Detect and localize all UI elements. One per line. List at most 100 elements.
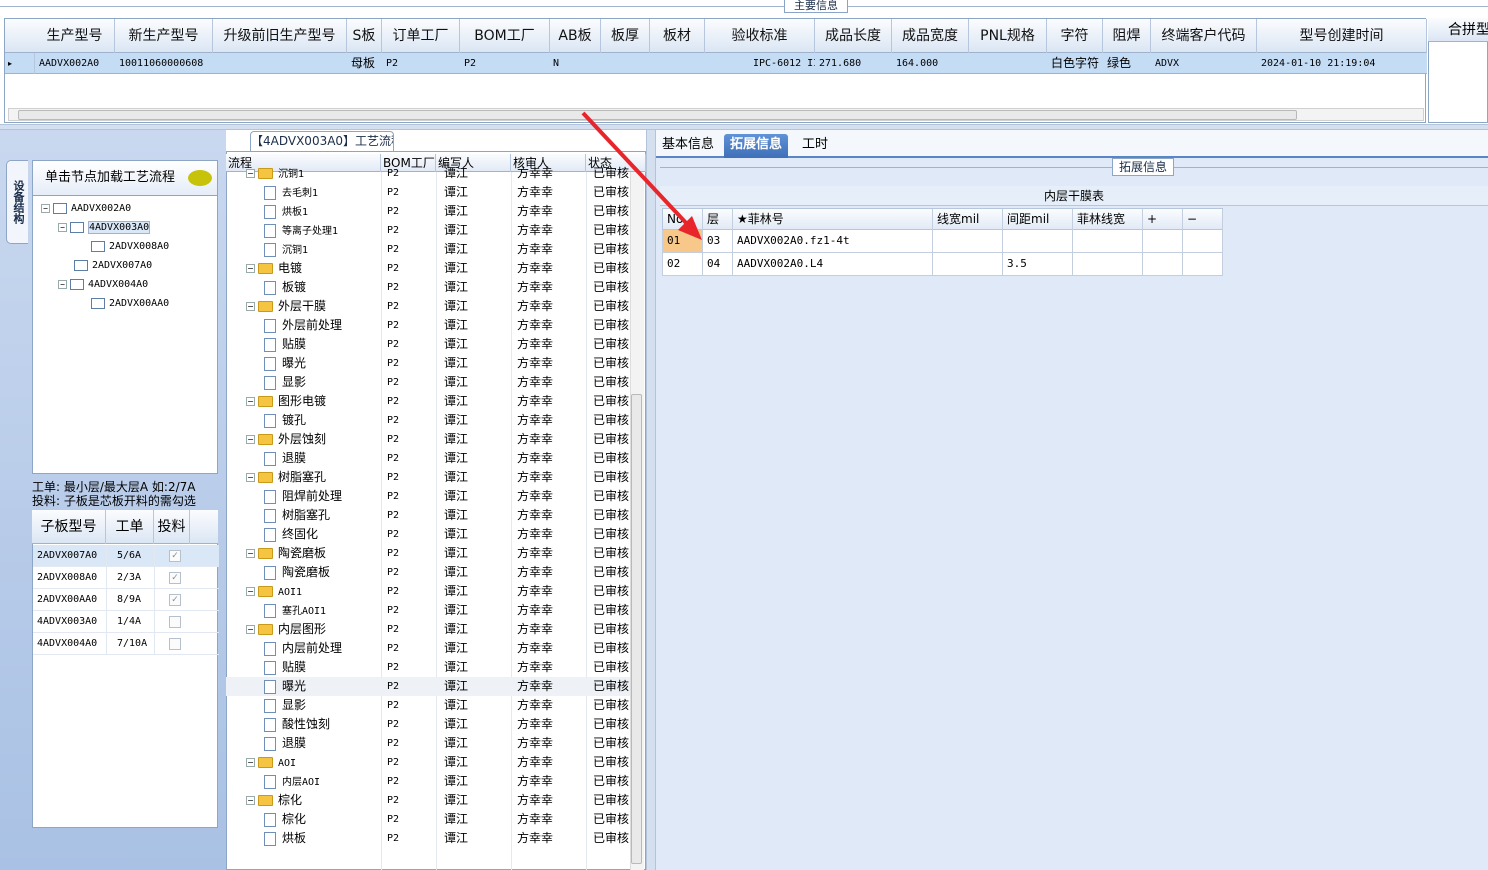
collapse-toggle-icon[interactable]: −	[246, 435, 255, 444]
collapse-toggle-icon[interactable]: −	[246, 169, 255, 178]
table-cell[interactable]	[1183, 253, 1224, 275]
column-header[interactable]: 订单工厂	[382, 19, 460, 53]
table-cell[interactable]: AADVX002A0.fz1-4t	[733, 230, 933, 252]
process-row[interactable]: 阻焊前处理 P2 谭江 方幸幸 已审核	[226, 487, 630, 506]
process-row[interactable]: 等离子处理1 P2 谭江 方幸幸 已审核	[226, 221, 630, 240]
table-cell[interactable]	[933, 253, 1003, 275]
collapse-toggle-icon[interactable]: −	[246, 796, 255, 805]
process-row[interactable]: 陶瓷磨板 P2 谭江 方幸幸 已审核	[226, 563, 630, 582]
table-cell[interactable]	[933, 230, 1003, 252]
process-row[interactable]: 镀孔 P2 谭江 方幸幸 已审核	[226, 411, 630, 430]
process-row[interactable]: 内层AOI P2 谭江 方幸幸 已审核	[226, 772, 630, 791]
column-header[interactable]: 阻焊	[1103, 19, 1151, 53]
collapse-toggle-icon[interactable]: −	[246, 625, 255, 634]
process-row[interactable]: 沉铜1 P2 谭江 方幸幸 已审核	[226, 240, 630, 259]
column-header[interactable]: PNL规格	[969, 19, 1047, 53]
column-header[interactable]: −	[1183, 209, 1223, 230]
tree-node[interactable]: 2ADVX00AA0	[75, 295, 169, 313]
scrollbar-thumb[interactable]	[18, 110, 1297, 120]
column-header[interactable]: 成品长度	[815, 19, 892, 53]
table-cell[interactable]	[1143, 230, 1183, 252]
process-row[interactable]: − 电镀 P2 谭江 方幸幸 已审核	[226, 259, 630, 278]
process-row[interactable]: 退膜 P2 谭江 方幸幸 已审核	[226, 449, 630, 468]
tab-0[interactable]: 基本信息	[656, 134, 720, 158]
column-header[interactable]: No	[663, 209, 703, 230]
process-row[interactable]: − AOI P2 谭江 方幸幸 已审核	[226, 753, 630, 772]
table-cell[interactable]	[1003, 230, 1073, 252]
table-row[interactable]: 01 03 AADVX002A0.fz1-4t	[662, 230, 1223, 253]
collapse-toggle-icon[interactable]: −	[246, 264, 255, 273]
column-header[interactable]: S板	[347, 19, 382, 53]
table-cell[interactable]: 01	[663, 230, 703, 252]
table-row[interactable]: 4ADVX004A0 7/10A	[33, 633, 219, 655]
column-header[interactable]: 验收标准	[705, 19, 815, 53]
collapse-toggle-icon[interactable]: −	[41, 203, 50, 213]
column-header[interactable]: 字符	[1047, 19, 1103, 53]
collapse-toggle-icon[interactable]: −	[246, 587, 255, 596]
process-row[interactable]: − 棕化 P2 谭江 方幸幸 已审核	[226, 791, 630, 810]
process-row[interactable]: − 外层蚀刻 P2 谭江 方幸幸 已审核	[226, 430, 630, 449]
column-header[interactable]: 新生产型号	[115, 19, 213, 53]
column-header[interactable]: ★菲林号	[733, 209, 933, 230]
process-row[interactable]: − 陶瓷磨板 P2 谭江 方幸幸 已审核	[226, 544, 630, 563]
process-row[interactable]: 板镀 P2 谭江 方幸幸 已审核	[226, 278, 630, 297]
table-row[interactable]: 4ADVX003A0 1/4A	[33, 611, 219, 633]
column-header[interactable]: 终端客户代码	[1151, 19, 1257, 53]
column-header[interactable]: 间距mil	[1003, 209, 1073, 230]
process-row[interactable]: 曝光 P2 谭江 方幸幸 已审核	[226, 677, 630, 696]
feed-checkbox[interactable]: ✓	[169, 572, 181, 584]
tree-node[interactable]: 2ADVX007A0	[58, 257, 152, 275]
table-cell[interactable]: 03	[703, 230, 733, 252]
collapse-toggle-icon[interactable]: −	[58, 222, 67, 232]
collapse-toggle-icon[interactable]: −	[246, 302, 255, 311]
table-cell[interactable]: 04	[703, 253, 733, 275]
process-row[interactable]: 显影 P2 谭江 方幸幸 已审核	[226, 373, 630, 392]
table-cell[interactable]: 02	[663, 253, 703, 275]
feed-checkbox[interactable]	[169, 638, 181, 650]
column-header[interactable]: 板材	[650, 19, 705, 53]
tab-structure[interactable]: 设备结构	[6, 160, 28, 244]
table-row[interactable]: ▸ AADVX002A0 10011060000608 母板 P2 P2 N IPC-6012…	[5, 53, 1427, 74]
collapse-toggle-icon[interactable]: −	[246, 473, 255, 482]
table-row[interactable]: 2ADVX008A0 2/3A ✓	[33, 567, 219, 589]
column-header[interactable]: 升级前旧生产型号	[213, 19, 347, 53]
column-header[interactable]: +	[1143, 209, 1183, 230]
process-row[interactable]: 去毛刺1 P2 谭江 方幸幸 已审核	[226, 183, 630, 202]
column-header[interactable]: 工单	[106, 510, 154, 544]
column-header[interactable]: 层	[703, 209, 733, 230]
column-header[interactable]: 投料	[154, 510, 190, 544]
tree-node[interactable]: 2ADVX008A0	[75, 238, 169, 256]
tab-2[interactable]: 工时	[796, 134, 834, 158]
column-header[interactable]: 线宽mil	[933, 209, 1003, 230]
collapse-toggle-icon[interactable]: −	[246, 549, 255, 558]
process-row[interactable]: 烘板 P2 谭江 方幸幸 已审核	[226, 829, 630, 848]
tree-node[interactable]: − 4ADVX004A0	[58, 276, 148, 294]
table-cell[interactable]	[1073, 253, 1143, 275]
process-row[interactable]: − 沉铜1 P2 谭江 方幸幸 已审核	[226, 164, 630, 183]
column-header[interactable]: BOM工厂	[460, 19, 550, 53]
process-row[interactable]: 塞孔AOI1 P2 谭江 方幸幸 已审核	[226, 601, 630, 620]
table-row[interactable]: 2ADVX00AA0 8/9A ✓	[33, 589, 219, 611]
collapse-toggle-icon[interactable]: −	[246, 397, 255, 406]
tree-node[interactable]: − 4ADVX003A0	[58, 219, 151, 237]
feed-checkbox[interactable]	[169, 616, 181, 628]
process-row[interactable]: 显影 P2 谭江 方幸幸 已审核	[226, 696, 630, 715]
process-row[interactable]: 曝光 P2 谭江 方幸幸 已审核	[226, 354, 630, 373]
process-row[interactable]: 贴膜 P2 谭江 方幸幸 已审核	[226, 335, 630, 354]
process-row[interactable]: 棕化 P2 谭江 方幸幸 已审核	[226, 810, 630, 829]
collapse-toggle-icon[interactable]: −	[58, 279, 67, 289]
column-header[interactable]: 板厚	[601, 19, 650, 53]
scrollbar-thumb[interactable]	[631, 394, 642, 864]
column-header[interactable]: 子板型号	[32, 510, 106, 544]
table-cell[interactable]: AADVX002A0.L4	[733, 253, 933, 275]
tree-node[interactable]: − AADVX002A0	[41, 200, 131, 218]
process-row[interactable]: 树脂塞孔 P2 谭江 方幸幸 已审核	[226, 506, 630, 525]
column-header[interactable]: AB板	[550, 19, 601, 53]
table-row[interactable]: 2ADVX007A0 5/6A ✓	[33, 545, 219, 567]
table-cell[interactable]: 3.5	[1003, 253, 1073, 275]
process-row[interactable]: 退膜 P2 谭江 方幸幸 已审核	[226, 734, 630, 753]
process-row[interactable]: 终固化 P2 谭江 方幸幸 已审核	[226, 525, 630, 544]
process-row[interactable]: 烘板1 P2 谭江 方幸幸 已审核	[226, 202, 630, 221]
process-row[interactable]: 外层前处理 P2 谭江 方幸幸 已审核	[226, 316, 630, 335]
column-header[interactable]: 菲林线宽	[1073, 209, 1143, 230]
